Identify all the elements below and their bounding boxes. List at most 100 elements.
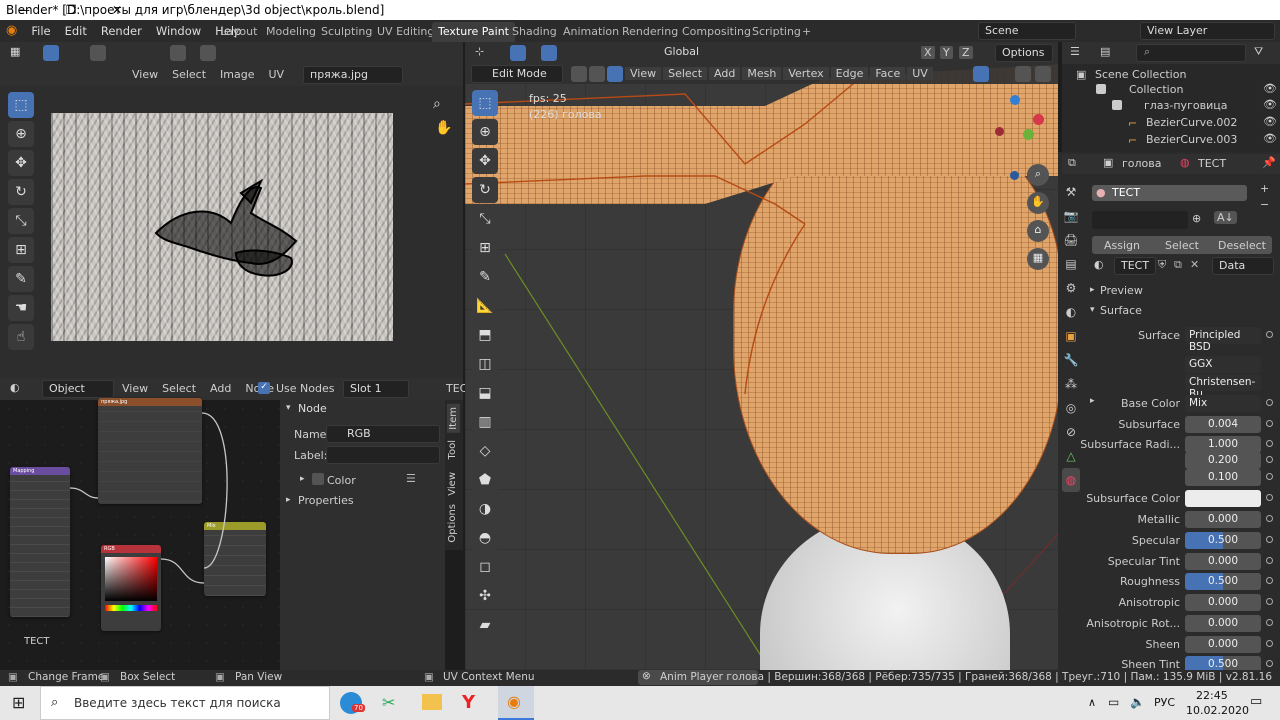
duplicate-material-icon[interactable]: ⧉ [1174,258,1182,272]
vp-scale-tool-icon[interactable]: ⤡ [472,206,498,232]
vp-menu-mesh[interactable]: Mesh [742,67,782,80]
tab-uv-editing[interactable]: UV Editing [371,22,440,42]
outliner-eye-button-object[interactable]: глаз-пуговица [1144,99,1227,112]
object-tab-icon[interactable]: ▣ [1062,324,1080,348]
windows-start-icon[interactable]: ⊞ [12,693,25,712]
properties-type-icon[interactable]: ⧉ [1068,156,1076,170]
menu-edit[interactable]: Edit [65,24,87,38]
world-tab-icon[interactable]: ◐ [1062,300,1080,324]
curve-002-visibility-icon[interactable]: 👁 [1263,115,1277,128]
inset-tool-icon[interactable]: ◫ [472,351,498,377]
socket-link-icon[interactable] [1266,456,1273,463]
knife-tool-icon[interactable]: ◇ [472,438,498,464]
viewport-type-icon[interactable]: ⊹ [475,45,484,58]
vp-menu-face[interactable]: Face [870,67,906,80]
socket-link-icon[interactable] [1266,473,1273,480]
property-value[interactable]: 0.000 [1185,636,1261,653]
language-indicator[interactable]: РУС [1154,696,1175,709]
socket-link-icon[interactable] [1266,660,1273,667]
outliner-curve-003[interactable]: BezierCurve.003 [1146,133,1237,146]
scene-selector[interactable]: Scene [978,22,1076,40]
unlink-material-icon[interactable]: ✕ [1190,258,1199,271]
vp-annotate-tool-icon[interactable]: ✎ [472,264,498,290]
scene-collection-label[interactable]: Scene Collection [1095,68,1186,81]
outliner-search[interactable] [1136,44,1246,62]
output-tab-icon[interactable]: 🖨 [1062,228,1080,252]
vp-menu-view[interactable]: View [625,67,662,80]
mode-selector[interactable]: Edit Mode [471,65,563,83]
menu-render[interactable]: Render [101,24,142,38]
file-explorer-icon[interactable] [422,694,442,710]
tab-layout[interactable]: Layout [214,22,263,42]
socket-link-icon[interactable] [1266,515,1273,522]
vertex-select-icon[interactable] [571,66,587,82]
preview-section[interactable]: Preview [1100,284,1143,297]
physics-tab-icon[interactable]: ◎ [1062,396,1080,420]
vp-rotate-tool-icon[interactable]: ↻ [472,177,498,203]
polybuild-tool-icon[interactable]: ⬟ [472,467,498,493]
relax-tool-icon[interactable]: ☝ [8,324,34,350]
taskbar-search-box[interactable]: ⌕ Введите здесь текст для поиска [40,686,330,720]
perspective-toggle-icon[interactable]: ▦ [1027,248,1049,270]
scene-tab-icon[interactable]: ⚙ [1062,276,1080,300]
blender-taskbar-button[interactable]: ◉ [498,686,534,720]
move-tool-icon[interactable]: ✥ [8,150,34,176]
use-nodes-checkbox[interactable]: ✓ [258,382,270,394]
uv-menu-view[interactable]: View [132,68,158,81]
pan-hand-icon[interactable]: ✋ [435,120,452,136]
view-layer-selector[interactable]: View Layer [1140,22,1275,40]
base-color-expand-icon[interactable]: ▸ [1090,396,1095,406]
slot-filter-field[interactable] [1092,211,1188,229]
smooth-tool-icon[interactable]: ◓ [472,525,498,551]
overlay-toggle-icon[interactable] [973,66,989,82]
color-expand-icon[interactable]: ▸ [300,474,305,484]
property-value[interactable]: Principled BSD [1185,327,1261,353]
edge-slide-tool-icon[interactable]: ◻ [472,554,498,580]
surface-collapse-icon[interactable]: ▾ [1090,305,1095,315]
node-menu-add[interactable]: Add [210,382,231,395]
property-value[interactable]: 0.000 [1185,594,1261,611]
property-value[interactable]: 0.200 [1185,452,1261,469]
vp-transform-tool-icon[interactable]: ⊞ [472,235,498,261]
data-tab-icon[interactable]: △ [1062,444,1080,468]
select-mode-button[interactable] [43,45,59,61]
collection-checkbox[interactable] [1096,84,1106,94]
socket-link-icon[interactable] [1266,598,1273,605]
zoom-icon[interactable]: ⌕ [433,96,441,112]
modifier-tab-icon[interactable]: 🔧 [1062,348,1080,372]
tool-tab-icon[interactable]: ⚒ [1062,180,1080,204]
face-select-icon[interactable] [607,66,623,82]
node-label-field[interactable] [326,446,440,464]
orientation-selector[interactable]: Global [658,44,724,62]
cancel-icon[interactable]: ⊗ [642,670,651,682]
volume-icon[interactable]: 🔈 [1130,695,1145,709]
preview-expand-icon[interactable]: ▸ [1090,285,1095,295]
paint-app-icon[interactable]: ✂ [382,693,395,712]
tray-up-arrow-icon[interactable]: ∧ [1088,696,1096,709]
node-editor-type-icon[interactable]: ◐ [10,381,20,394]
property-value[interactable]: 0.000 [1185,615,1261,632]
browse-material-icon[interactable]: ◐ [1094,258,1104,271]
particles-tab-icon[interactable]: ⁂ [1062,372,1080,396]
socket-link-icon[interactable] [1266,557,1273,564]
properties-expand-icon[interactable]: ▸ [286,495,291,505]
uv-menu-uv[interactable]: UV [269,68,285,81]
tab-rendering[interactable]: Rendering [616,22,684,42]
render-tab-icon[interactable]: 📷 [1062,204,1080,228]
vp-menu-edge[interactable]: Edge [830,67,869,80]
menu-window[interactable]: Window [156,24,201,38]
tab-modeling[interactable]: Modeling [260,22,322,42]
select-box-mode-icon[interactable] [541,45,557,61]
uv-menu-image[interactable]: Image [220,68,254,81]
property-value[interactable]: GGX [1185,356,1261,373]
pan-view-icon[interactable]: ✋ [1027,192,1049,214]
node-name-field[interactable]: RGB [326,425,440,443]
filter-icon[interactable]: ⛛ [1254,45,1263,59]
gizmo-z-icon[interactable] [1010,95,1020,105]
vp-menu-vertex[interactable]: Vertex [783,67,829,80]
camera-view-icon[interactable]: ⌂ [1027,220,1049,242]
node-menu-select[interactable]: Select [162,382,196,395]
curve-003-visibility-icon[interactable]: 👁 [1263,132,1277,145]
network-icon[interactable]: ▭ [1108,695,1119,709]
vp-menu-uv[interactable]: UV [907,67,933,80]
